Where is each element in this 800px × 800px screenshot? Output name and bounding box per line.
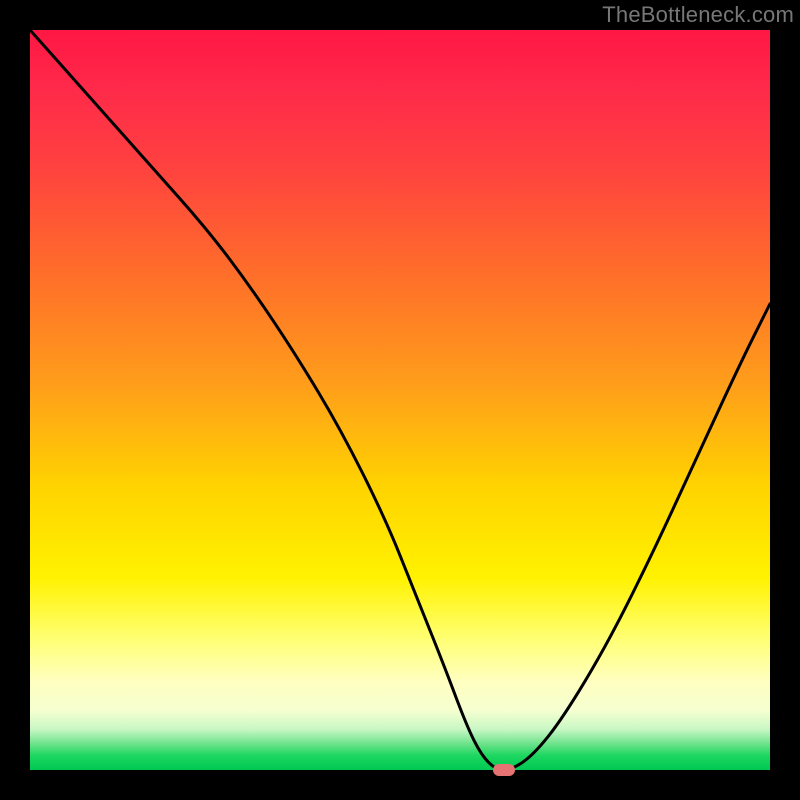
plot-area [30,30,770,770]
optimal-marker-icon [493,764,515,776]
chart-frame: TheBottleneck.com [0,0,800,800]
bottleneck-curve [30,30,770,770]
watermark-text: TheBottleneck.com [602,2,794,28]
